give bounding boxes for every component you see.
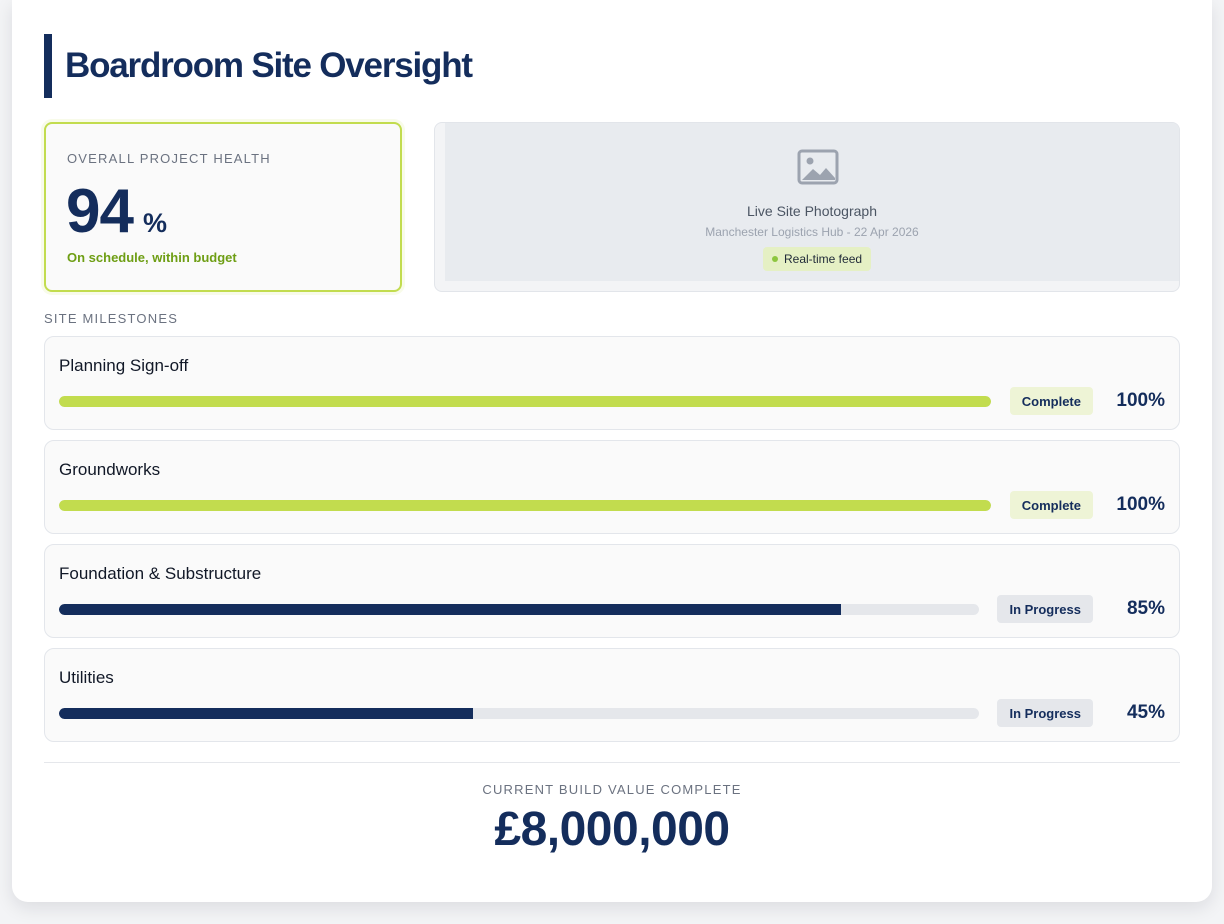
- milestone-progress-fill: [59, 708, 473, 719]
- milestone-name: Planning Sign-off: [59, 356, 189, 375]
- milestone-name: Foundation & Substructure: [59, 564, 262, 583]
- milestone-progress-track: [59, 708, 979, 719]
- milestone-percentage: 100%: [1116, 390, 1165, 411]
- milestone-card[interactable]: Groundworks Complete 100%: [44, 440, 1180, 534]
- milestone-percentage: 100%: [1116, 494, 1165, 515]
- milestone-progress-fill: [59, 396, 991, 407]
- feed-badge-label: Real-time feed: [784, 252, 863, 266]
- milestone-percentage: 85%: [1126, 598, 1165, 619]
- divider: [44, 762, 1180, 763]
- milestone-progress-track: [59, 604, 979, 615]
- real-time-feed-badge: Real-time feed: [763, 247, 872, 271]
- photo-title: Live Site Photograph: [747, 203, 877, 219]
- milestone-card[interactable]: Foundation & Substructure In Progress 85%: [44, 544, 1180, 638]
- page-header: Boardroom Site Oversight: [44, 34, 473, 98]
- project-health-card: OVERALL PROJECT HEALTH 94 % On schedule,…: [44, 122, 402, 292]
- health-percentage: 94: [66, 177, 134, 246]
- milestone-progress-fill: [59, 604, 841, 615]
- photo-placeholder: Live Site Photograph Manchester Logistic…: [445, 123, 1179, 281]
- milestone-progress-track: [59, 396, 991, 407]
- milestone-progress-track: [59, 500, 991, 511]
- live-dot-icon: [772, 256, 778, 262]
- milestone-status-badge: In Progress: [997, 699, 1093, 727]
- build-value-amount: £8,000,000: [494, 803, 730, 856]
- health-label: OVERALL PROJECT HEALTH: [67, 151, 271, 166]
- milestone-status-badge: Complete: [1009, 387, 1093, 415]
- title-accent-bar: [44, 34, 52, 98]
- milestone-percentage: 45%: [1126, 702, 1165, 723]
- milestone-status-badge: Complete: [1009, 491, 1093, 519]
- page-title: Boardroom Site Oversight: [65, 46, 473, 85]
- milestone-card[interactable]: Planning Sign-off Complete 100%: [44, 336, 1180, 430]
- milestones-section-label: SITE MILESTONES: [44, 311, 179, 326]
- dashboard-card: Boardroom Site Oversight OVERALL PROJECT…: [12, 0, 1212, 902]
- health-value: 94 %: [66, 176, 167, 246]
- milestone-status-badge: In Progress: [997, 595, 1093, 623]
- live-site-photo-panel[interactable]: Live Site Photograph Manchester Logistic…: [434, 122, 1180, 292]
- milestone-name: Utilities: [59, 668, 114, 687]
- image-icon: [797, 149, 839, 185]
- build-value-label: CURRENT BUILD VALUE COMPLETE: [482, 782, 742, 797]
- health-status: On schedule, within budget: [67, 250, 237, 265]
- milestone-card[interactable]: Utilities In Progress 45%: [44, 648, 1180, 742]
- milestone-name: Groundworks: [59, 460, 161, 479]
- milestone-progress-fill: [59, 500, 991, 511]
- photo-subtitle: Manchester Logistics Hub - 22 Apr 2026: [705, 225, 919, 239]
- health-unit: %: [142, 208, 167, 238]
